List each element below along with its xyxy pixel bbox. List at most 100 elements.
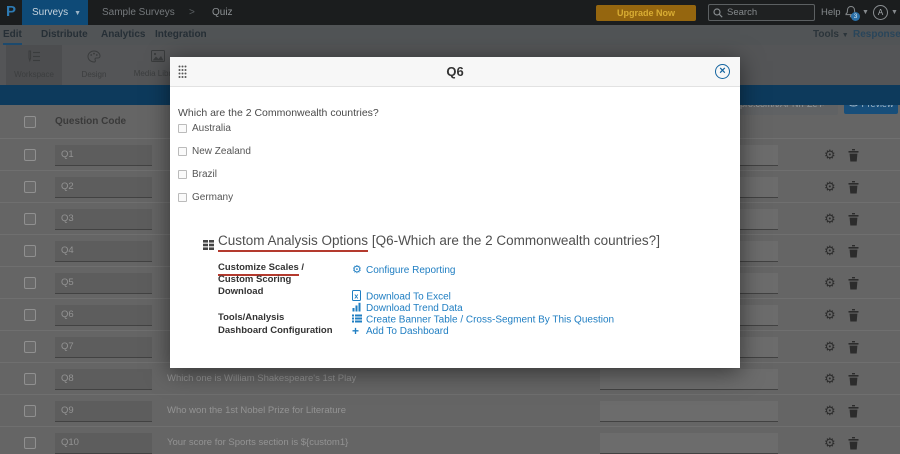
drag-handle-icon[interactable] [178,65,187,84]
question-code-input[interactable]: Q1 [55,145,152,166]
row-settings-gear-icon[interactable]: ⚙ [824,171,836,203]
option-label: New Zealand [192,146,251,157]
upgrade-now-button[interactable]: Upgrade Now [596,5,696,21]
option-checkbox[interactable] [178,170,187,179]
row-settings-gear-icon[interactable]: ⚙ [824,395,836,427]
toolbar-workspace-label: Workspace [6,70,62,79]
dashboard-config-group-label: Dashboard Configuration [218,325,333,336]
search-icon [713,8,723,18]
toolbar-design-label: Design [68,70,120,79]
question-text: Who won the 1st Nobel Prize for Literatu… [167,395,346,427]
chevron-down-icon[interactable]: ▼ [891,0,898,25]
question-value-input[interactable] [600,401,778,422]
row-checkbox[interactable] [24,149,36,161]
row-delete-trash-icon[interactable] [848,181,859,199]
row-delete-trash-icon[interactable] [848,213,859,231]
survey-nav: Edit Distribute Analytics Integration To… [0,25,900,45]
row-settings-gear-icon[interactable]: ⚙ [824,363,836,395]
option-label: Brazil [192,169,217,180]
chevron-down-icon: ▼ [842,32,849,39]
row-settings-gear-icon[interactable]: ⚙ [824,331,836,363]
search-placeholder: Search [727,7,757,18]
select-all-checkbox[interactable] [24,116,36,128]
row-settings-gear-icon[interactable]: ⚙ [824,235,836,267]
link-label: Download To Excel [366,292,451,303]
question-value-input[interactable] [600,369,778,390]
toolbar-workspace-button[interactable]: Workspace [6,45,62,85]
link-label: Configure Reporting [366,265,456,276]
question-code-input[interactable]: Q8 [55,369,152,390]
row-settings-gear-icon[interactable]: ⚙ [824,139,836,171]
breadcrumb-separator: > [189,0,195,25]
question-code-input[interactable]: Q9 [55,401,152,422]
analysis-group-label: Customize Scales / Custom Scoring [218,262,338,285]
row-settings-gear-icon[interactable]: ⚙ [824,299,836,331]
row-checkbox[interactable] [24,341,36,353]
row-checkbox[interactable] [24,277,36,289]
question-code-input[interactable]: Q4 [55,241,152,262]
design-palette-icon [87,50,101,63]
question-code-input[interactable]: Q7 [55,337,152,358]
row-delete-trash-icon[interactable] [848,245,859,263]
questionpro-logo: P [6,3,16,20]
analysis-group-label: Download [218,286,338,298]
analysis-group-label: Tools/Analysis [218,312,338,324]
question-code-input[interactable]: Q2 [55,177,152,198]
row-checkbox[interactable] [24,373,36,385]
breadcrumb-parent[interactable]: Sample Surveys [102,0,175,25]
configure-reporting-link[interactable]: ⚙Configure Reporting [352,265,456,276]
row-checkbox[interactable] [24,181,36,193]
modal-title: Q6 [446,64,463,79]
row-delete-trash-icon[interactable] [848,309,859,327]
row-delete-trash-icon[interactable] [848,341,859,359]
avatar[interactable]: A [873,5,888,20]
search-input[interactable]: Search [708,4,815,21]
question-code-input[interactable]: Q5 [55,273,152,294]
download-group-label: Download [218,286,263,297]
row-delete-trash-icon[interactable] [848,437,859,454]
question-code-input[interactable]: Q10 [55,433,152,454]
link-label: Download Trend Data [366,303,463,314]
row-delete-trash-icon[interactable] [848,405,859,423]
tools-analysis-group-label: Tools/Analysis [218,312,284,323]
help-link[interactable]: Help [821,0,841,25]
row-settings-gear-icon[interactable]: ⚙ [824,267,836,299]
question-code-input[interactable]: Q3 [55,209,152,230]
tools-menu[interactable]: Tools ▼ [813,25,849,46]
tab-distribute[interactable]: Distribute [41,25,88,45]
surveys-menu[interactable]: Surveys▼ [22,0,88,25]
row-settings-gear-icon[interactable]: ⚙ [824,427,836,454]
analysis-section-title: Custom Analysis Options [Q6-Which are th… [218,233,660,248]
question-analysis-modal: Q6 × Which are the 2 Commonwealth countr… [170,57,740,368]
modal-question-text: Which are the 2 Commonwealth countries? [178,107,379,119]
option-checkbox[interactable] [178,147,187,156]
analysis-grid-icon [203,237,214,255]
row-delete-trash-icon[interactable] [848,149,859,167]
row-settings-gear-icon[interactable]: ⚙ [824,203,836,235]
row-checkbox[interactable] [24,213,36,225]
row-checkbox[interactable] [24,437,36,449]
surveys-label: Surveys [32,7,68,18]
tab-integration[interactable]: Integration [155,25,207,45]
create-banner-table-link[interactable]: Create Banner Table / Cross-Segment By T… [352,314,614,326]
question-code-input[interactable]: Q6 [55,305,152,326]
question-value-input[interactable] [600,433,778,454]
close-icon[interactable]: × [715,64,730,79]
add-to-dashboard-link[interactable]: +Add To Dashboard [352,326,449,337]
row-checkbox[interactable] [24,309,36,321]
question-text: Your score for Sports section is ${custo… [167,427,348,454]
row-delete-trash-icon[interactable] [848,373,859,391]
chevron-down-icon[interactable]: ▼ [862,0,869,25]
row-checkbox[interactable] [24,245,36,257]
tab-analytics[interactable]: Analytics [101,25,145,45]
option-checkbox[interactable] [178,124,187,133]
modal-header: Q6 × [170,57,740,87]
tools-label: Tools [813,29,839,40]
analysis-title-suffix: [Q6-Which are the 2 Commonwealth countri… [368,233,660,248]
tab-edit[interactable]: Edit [3,25,22,45]
row-checkbox[interactable] [24,405,36,417]
option-checkbox[interactable] [178,193,187,202]
toolbar-design-button[interactable]: Design [68,45,120,85]
row-delete-trash-icon[interactable] [848,277,859,295]
table-row: Q9 Who won the 1st Nobel Prize for Liter… [0,395,900,427]
